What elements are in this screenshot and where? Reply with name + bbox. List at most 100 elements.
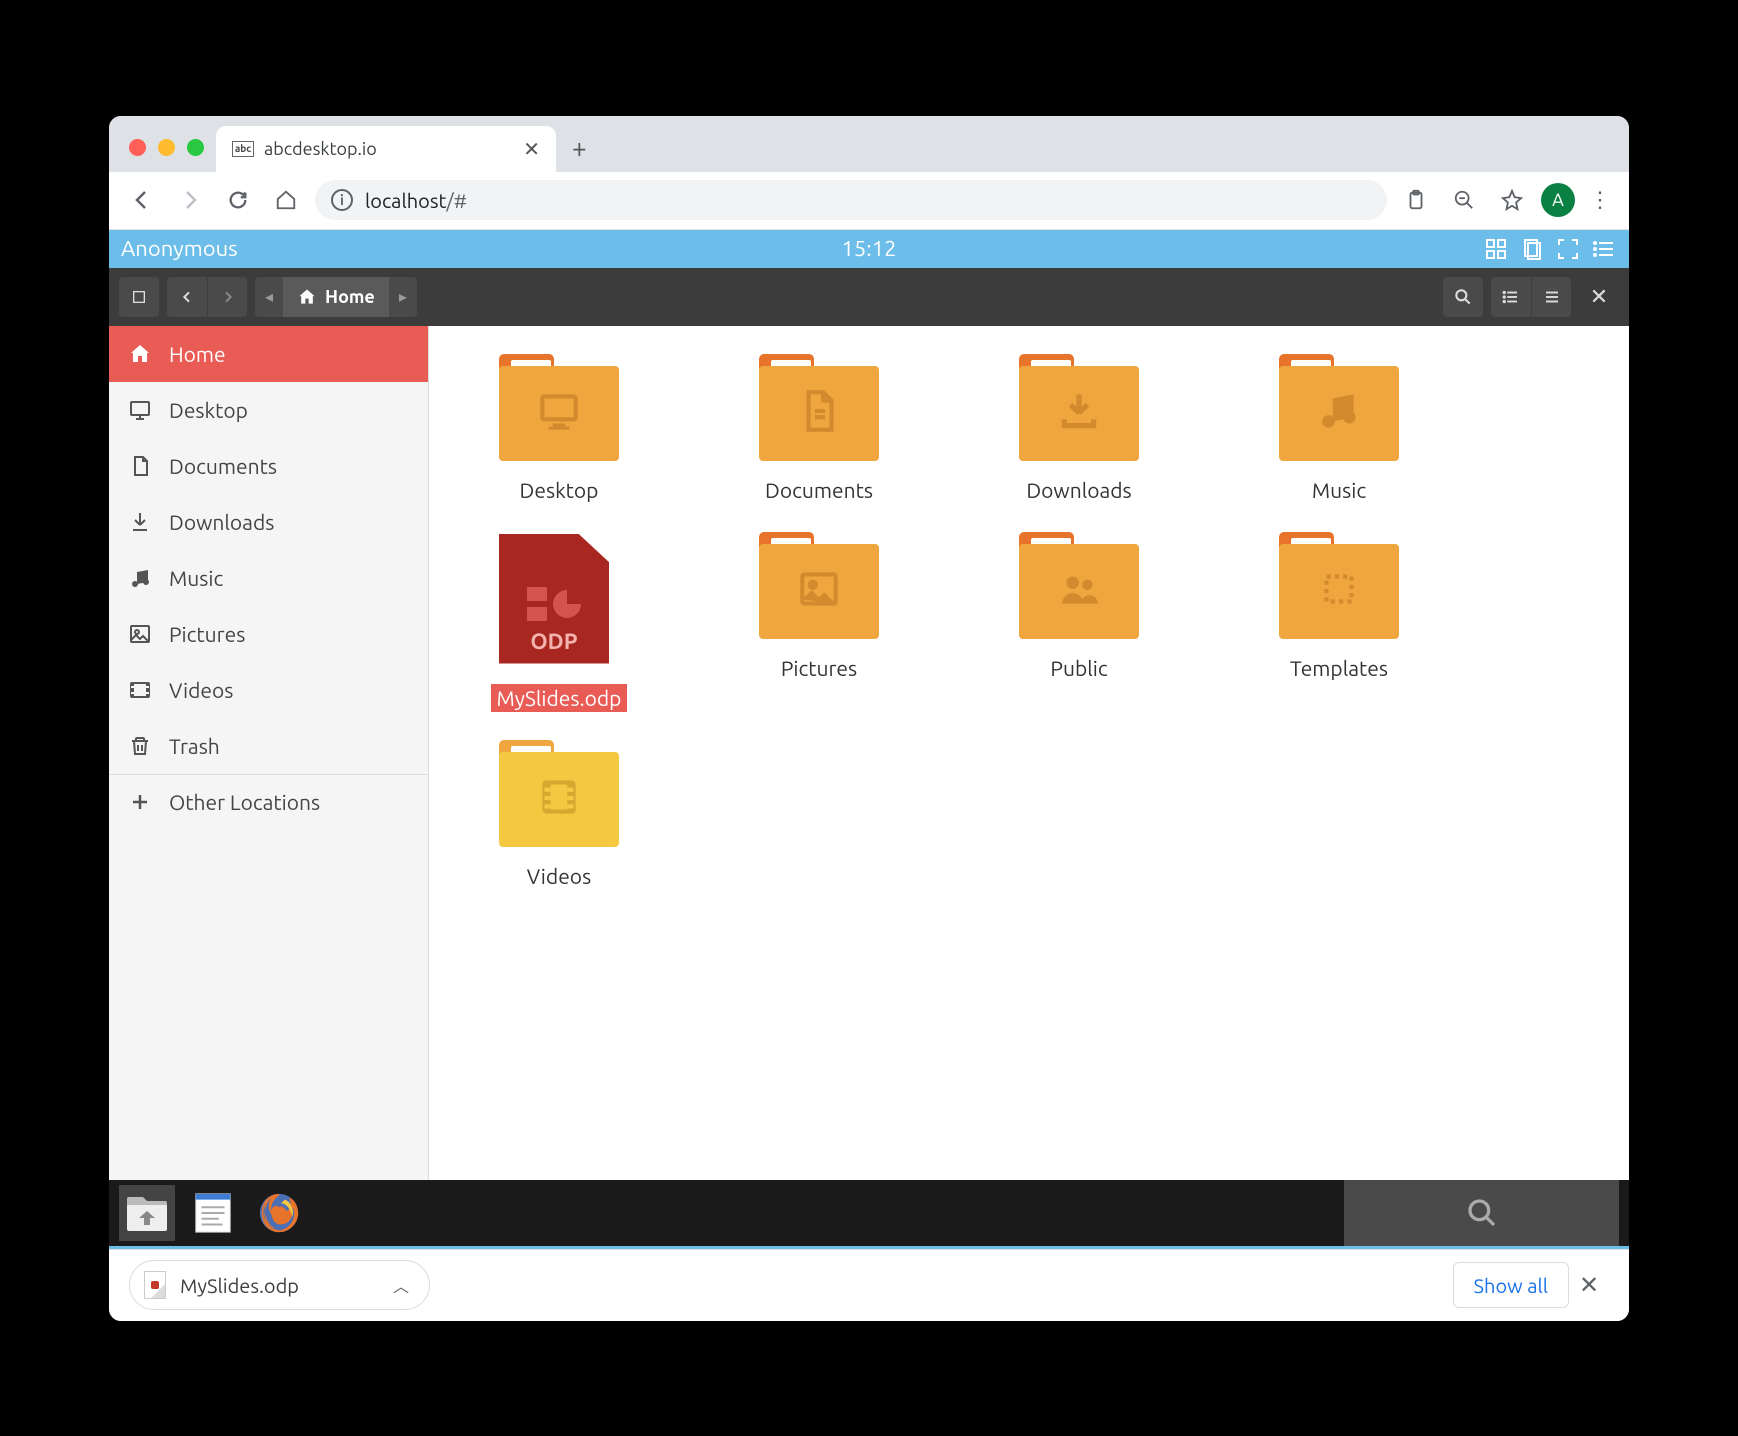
fm-path-next[interactable]: ▸ — [389, 277, 417, 317]
file-item-videos[interactable]: Videos — [469, 742, 649, 890]
file-label: Desktop — [514, 476, 605, 504]
sidebar-item-label: Music — [169, 566, 223, 590]
file-item-public[interactable]: Public — [989, 534, 1169, 712]
sidebar-item-label: Desktop — [169, 398, 248, 422]
file-item-myslides-odp[interactable]: ODPMySlides.odp — [469, 534, 649, 712]
back-button[interactable] — [123, 181, 161, 219]
profile-avatar[interactable]: A — [1541, 183, 1575, 217]
url-text: localhost/# — [365, 189, 467, 212]
tab-close-button[interactable]: ✕ — [523, 137, 540, 161]
folder-icon — [759, 356, 879, 466]
dock-text-editor[interactable] — [185, 1185, 241, 1241]
home-button[interactable] — [267, 181, 305, 219]
avatar-letter: A — [1552, 190, 1564, 210]
folder-icon — [1279, 534, 1399, 644]
bookmark-star-icon[interactable] — [1493, 181, 1531, 219]
reload-button[interactable] — [219, 181, 257, 219]
tab-strip: abc abcdesktop.io ✕ + — [109, 116, 1629, 172]
file-manager-body: Home Desktop Documents Downloads Music Pictur… — [109, 326, 1629, 1180]
fm-nav-group — [167, 277, 247, 317]
address-bar[interactable]: i localhost/# — [315, 180, 1387, 220]
download-chip[interactable]: MySlides.odp ︿ — [129, 1260, 430, 1310]
show-all-label: Show all — [1474, 1274, 1548, 1297]
download-chevron-icon[interactable]: ︿ — [393, 1273, 409, 1297]
apps-grid-icon[interactable] — [1483, 236, 1509, 262]
file-label: Music — [1306, 476, 1372, 504]
download-bar: MySlides.odp ︿ Show all ✕ — [109, 1249, 1629, 1321]
file-label: Templates — [1284, 654, 1394, 682]
sidebar-item-music[interactable]: Music — [109, 550, 428, 606]
file-item-templates[interactable]: Templates — [1249, 534, 1429, 712]
file-item-desktop[interactable]: Desktop — [469, 356, 649, 504]
sidebar-item-documents[interactable]: Documents — [109, 438, 428, 494]
file-item-documents[interactable]: Documents — [729, 356, 909, 504]
folder-icon — [759, 534, 879, 644]
picture-icon — [127, 621, 153, 647]
dock-file-manager[interactable] — [119, 1185, 175, 1241]
folder-icon — [499, 356, 619, 466]
download-icon — [127, 509, 153, 535]
browser-menu-button[interactable]: ⋮ — [1585, 187, 1615, 213]
clipboard-icon[interactable] — [1397, 181, 1435, 219]
music-icon — [127, 565, 153, 591]
dock-search-button[interactable] — [1344, 1180, 1619, 1246]
file-item-downloads[interactable]: Downloads — [989, 356, 1169, 504]
window-close-button[interactable] — [129, 139, 146, 156]
fm-content: Desktop Documents Downloads Music ODPMySlide… — [429, 326, 1629, 1180]
zoom-out-icon[interactable] — [1445, 181, 1483, 219]
fm-list-view-button[interactable] — [1491, 277, 1531, 317]
forward-button[interactable] — [171, 181, 209, 219]
folder-icon — [1019, 534, 1139, 644]
sidebar-item-desktop[interactable]: Desktop — [109, 382, 428, 438]
traffic-lights — [121, 139, 216, 172]
new-tab-button[interactable]: + — [556, 133, 603, 172]
fm-path-home[interactable]: Home — [283, 277, 389, 317]
list-menu-icon[interactable] — [1591, 236, 1617, 262]
sidebar-item-other[interactable]: Other Locations — [109, 774, 428, 830]
sidebar-item-home[interactable]: Home — [109, 326, 428, 382]
tab-title: abcdesktop.io — [264, 139, 377, 159]
window-minimize-button[interactable] — [158, 139, 175, 156]
folder-icon — [1279, 356, 1399, 466]
sidebar-item-trash[interactable]: Trash — [109, 718, 428, 774]
show-all-button[interactable]: Show all — [1453, 1262, 1569, 1308]
site-info-icon[interactable]: i — [331, 189, 353, 211]
desktop-user-label: Anonymous — [121, 236, 238, 261]
file-item-pictures[interactable]: Pictures — [729, 534, 909, 712]
fm-search-button[interactable] — [1443, 277, 1483, 317]
dock-firefox[interactable] — [251, 1185, 307, 1241]
file-label: Downloads — [1020, 476, 1137, 504]
sidebar-item-videos[interactable]: Videos — [109, 662, 428, 718]
file-label: Pictures — [775, 654, 863, 682]
fm-path-bar: ◂ Home ▸ — [255, 277, 417, 317]
download-bar-close-button[interactable]: ✕ — [1569, 1271, 1609, 1299]
url-path: /# — [446, 189, 467, 212]
download-file-icon — [144, 1271, 166, 1299]
browser-toolbar: i localhost/# A ⋮ — [109, 172, 1629, 230]
clipboard-stack-icon[interactable] — [1519, 236, 1545, 262]
fm-path-prev[interactable]: ◂ — [255, 277, 283, 317]
window-maximize-button[interactable] — [187, 139, 204, 156]
folder-icon — [1019, 356, 1139, 466]
sidebar-item-downloads[interactable]: Downloads — [109, 494, 428, 550]
sidebar-item-label: Documents — [169, 454, 277, 478]
desktop-clock: 15:12 — [841, 236, 896, 261]
home-icon — [127, 341, 153, 367]
fm-new-window-button[interactable] — [119, 277, 159, 317]
file-item-music[interactable]: Music — [1249, 356, 1429, 504]
desktop-top-bar: Anonymous 15:12 — [109, 230, 1629, 268]
fm-sidebar: Home Desktop Documents Downloads Music Pictur… — [109, 326, 429, 1180]
sidebar-item-label: Home — [169, 342, 226, 366]
fm-close-button[interactable]: ✕ — [1579, 277, 1619, 317]
fm-back-button[interactable] — [167, 277, 207, 317]
plus-icon — [127, 789, 153, 815]
fm-forward-button[interactable] — [207, 277, 247, 317]
browser-tab[interactable]: abc abcdesktop.io ✕ — [216, 126, 556, 172]
file-manager-toolbar: ◂ Home ▸ ✕ — [109, 268, 1629, 326]
fullscreen-icon[interactable] — [1555, 236, 1581, 262]
browser-window: abc abcdesktop.io ✕ + i localhost/# — [109, 116, 1629, 1321]
sidebar-item-pictures[interactable]: Pictures — [109, 606, 428, 662]
fm-menu-button[interactable] — [1531, 277, 1571, 317]
sidebar-item-label: Videos — [169, 678, 233, 702]
video-icon — [127, 677, 153, 703]
